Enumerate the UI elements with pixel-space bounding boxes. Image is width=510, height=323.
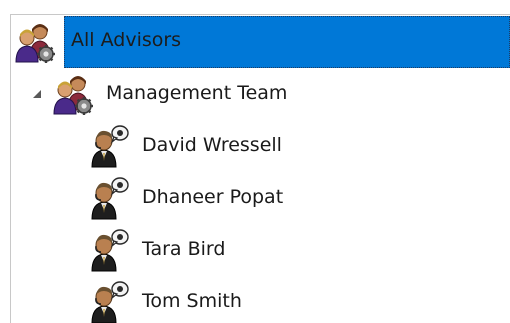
group-advisors-icon — [15, 24, 55, 63]
advisor-icon — [91, 281, 129, 323]
advisor-tree-view[interactable]: All Advisors Management Team David Wress… — [0, 0, 510, 323]
tree-item-advisor[interactable]: Dhaneer Popat — [142, 186, 283, 208]
tree-item-advisor[interactable]: David Wressell — [142, 134, 282, 156]
group-advisors-icon — [53, 76, 93, 115]
advisor-icon — [91, 177, 129, 220]
tree-border-top — [10, 14, 510, 15]
tree-item-all-advisors[interactable]: All Advisors — [71, 29, 181, 51]
tree-item-advisor[interactable]: Tom Smith — [142, 290, 242, 312]
expand-arrow-icon[interactable] — [31, 88, 43, 100]
advisor-icon — [91, 125, 129, 168]
tree-item-advisor[interactable]: Tara Bird — [142, 238, 225, 260]
tree-item-management-team[interactable]: Management Team — [106, 82, 287, 104]
advisor-icon — [91, 229, 129, 272]
tree-border-left — [10, 14, 11, 323]
